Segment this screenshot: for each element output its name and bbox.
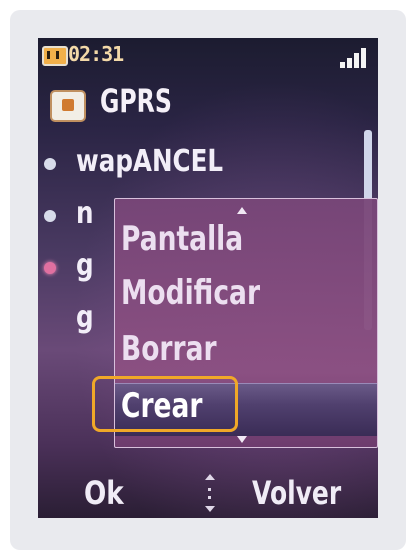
annotation-highlight-box	[92, 376, 238, 432]
status-bar: 02:31	[38, 38, 378, 78]
scroll-down-arrow-icon[interactable]	[237, 436, 247, 443]
menu-item-borrar[interactable]: Borrar	[115, 327, 377, 379]
scroll-up-arrow-icon[interactable]	[237, 207, 247, 214]
bullet-icon	[44, 210, 56, 222]
softkey-bar: Ok Volver	[38, 470, 378, 518]
list-item-label: g	[76, 248, 94, 283]
ok-softkey[interactable]: Ok	[84, 474, 124, 512]
list-item[interactable]: wapANCEL	[38, 138, 368, 190]
list-item-label: n	[76, 196, 94, 231]
menu-item-label: Pantalla	[121, 219, 244, 259]
signal-strength-icon	[338, 44, 372, 68]
selected-bullet-icon	[44, 262, 56, 274]
phone-screen: 02:31 GPRS wapANCEL n g g Pantalla Modif…	[38, 38, 378, 518]
up-down-navigation-icon	[204, 474, 216, 514]
menu-item-modificar[interactable]: Modificar	[115, 271, 377, 323]
menu-item-label: Borrar	[121, 329, 217, 369]
menu-item-pantalla[interactable]: Pantalla	[115, 217, 377, 269]
list-item-label: g	[76, 300, 94, 335]
clock: 02:31	[68, 42, 124, 66]
folder-icon	[50, 90, 86, 122]
page-title: GPRS	[100, 82, 172, 120]
list-item-label: wapANCEL	[76, 144, 224, 179]
volver-softkey[interactable]: Volver	[252, 474, 341, 512]
menu-item-label: Modificar	[121, 273, 261, 313]
battery-icon	[42, 46, 68, 66]
bullet-icon	[44, 158, 56, 170]
